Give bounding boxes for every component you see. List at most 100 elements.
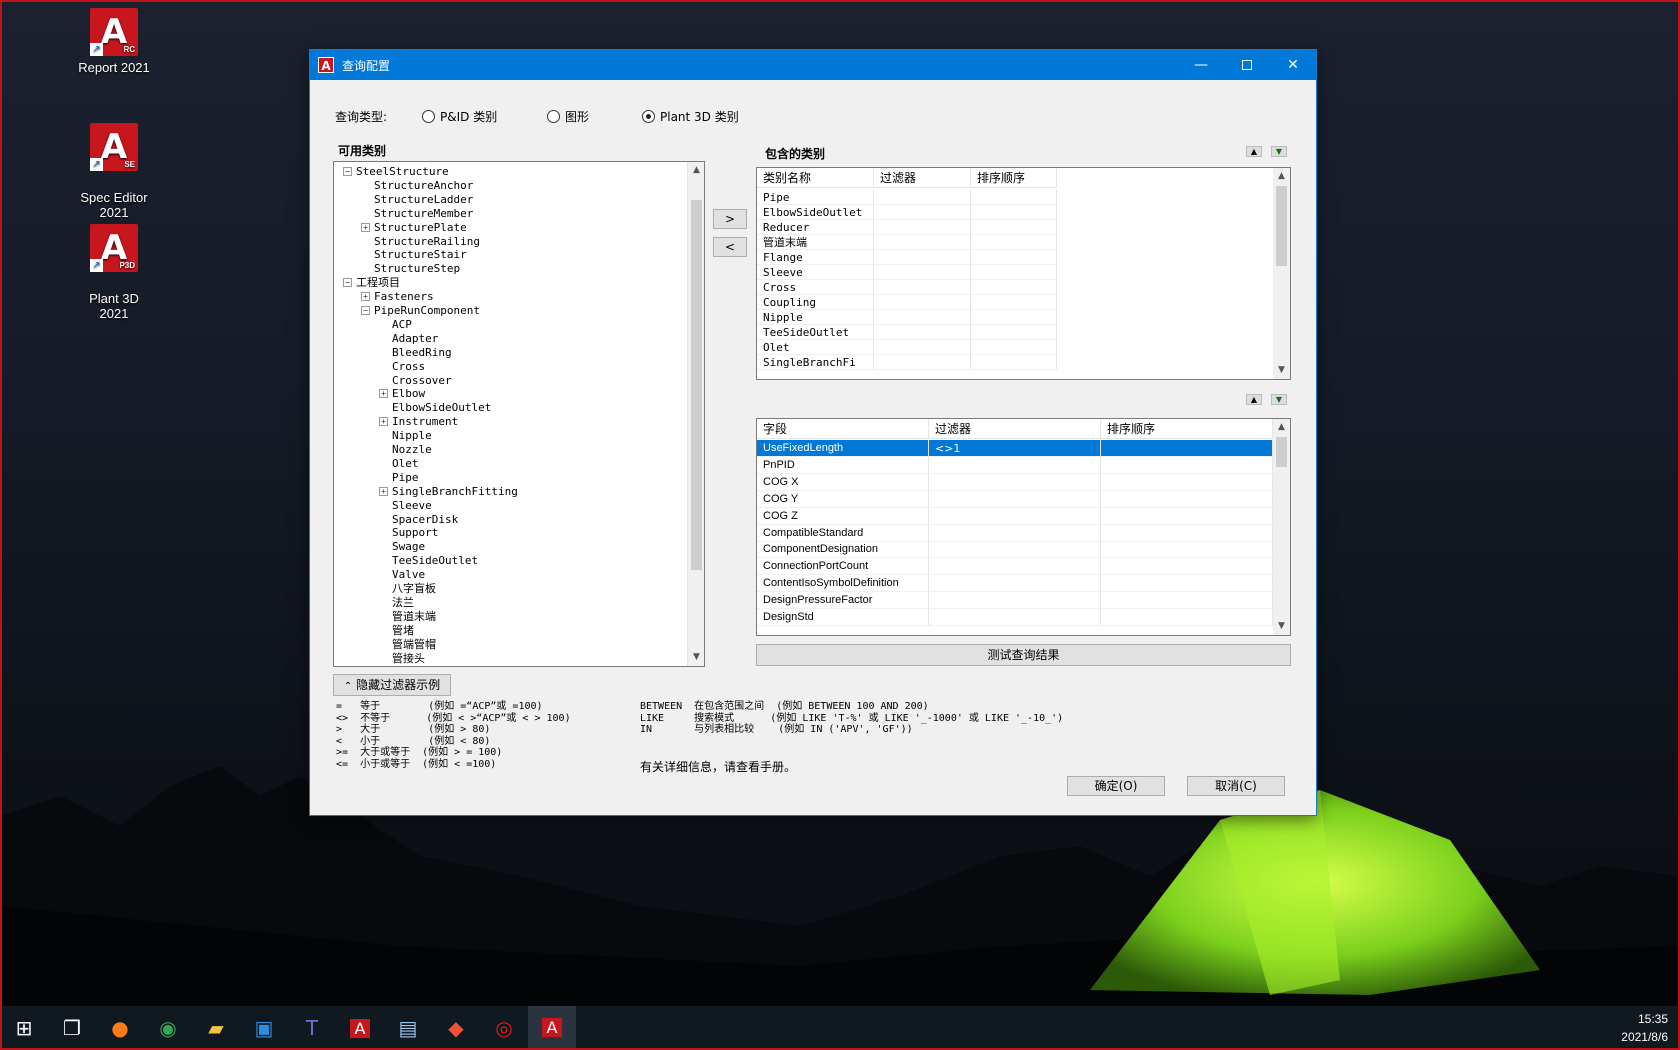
filter-cell[interactable]	[874, 250, 971, 264]
sort-order-cell[interactable]	[1101, 609, 1273, 625]
tree-item[interactable]: StructureRailing	[374, 235, 480, 249]
tree-item[interactable]: 管接头	[392, 652, 425, 666]
tree-item[interactable]: StructureAnchor	[374, 179, 473, 193]
sort-order-cell[interactable]	[971, 310, 1057, 324]
tree-item[interactable]: SingleBranchFitting	[392, 485, 518, 499]
column-header-category-name[interactable]: 类别名称	[757, 168, 874, 188]
tree-item[interactable]: 管端管帽	[392, 638, 436, 652]
add-category-button[interactable]: >	[713, 209, 747, 229]
sort-order-cell[interactable]	[1101, 592, 1273, 609]
table-row[interactable]: DesignPressureFactor	[757, 592, 1273, 610]
sort-order-cell[interactable]	[1101, 507, 1273, 524]
scroll-up-icon[interactable]: ▲	[1273, 419, 1290, 436]
table-row[interactable]: Cross	[757, 280, 1057, 295]
filter-cell[interactable]	[874, 310, 971, 324]
desktop-icon-plant3d[interactable]: A P3D ↗ Plant 3D 2021	[54, 209, 174, 336]
filter-cell[interactable]	[874, 355, 971, 369]
filter-cell[interactable]	[874, 190, 971, 204]
field-move-down-button[interactable]: ▼	[1271, 394, 1287, 405]
table-row[interactable]: ContentIsoSymbolDefinition	[757, 575, 1273, 593]
tree-item[interactable]: TeeSideOutlet	[392, 554, 478, 568]
autocad-taskbar-button[interactable]: A	[336, 1006, 384, 1050]
tree-item[interactable]: StructureLadder	[374, 193, 473, 207]
column-header-filter[interactable]: 过滤器	[929, 419, 1101, 439]
filter-cell[interactable]	[874, 295, 971, 309]
table-row[interactable]: Nipple	[757, 310, 1057, 325]
field-move-up-button[interactable]: ▲	[1246, 394, 1262, 405]
filter-cell[interactable]	[929, 456, 1101, 473]
column-header-sort-order[interactable]: 排序顺序	[971, 168, 1057, 188]
sort-order-cell[interactable]	[1101, 440, 1273, 456]
sort-order-cell[interactable]	[971, 325, 1057, 339]
sort-order-cell[interactable]	[1101, 558, 1273, 575]
sort-order-cell[interactable]	[971, 190, 1057, 204]
tree-item[interactable]: BleedRing	[392, 346, 452, 360]
table-row[interactable]: ElbowSideOutlet	[757, 205, 1057, 220]
test-query-button[interactable]: 测试查询结果	[756, 644, 1291, 666]
tree-item[interactable]: Support	[392, 526, 438, 540]
filter-cell[interactable]	[929, 592, 1101, 609]
firefox-taskbar-button[interactable]: ●	[96, 1006, 144, 1050]
table-row[interactable]: COG X	[757, 473, 1273, 491]
git-taskbar-button[interactable]: ◆	[432, 1006, 480, 1050]
tree-item[interactable]: 管堵	[392, 624, 414, 638]
filter-cell[interactable]	[874, 325, 971, 339]
expand-icon[interactable]: +	[361, 292, 370, 302]
tree-item[interactable]: ACP	[392, 318, 412, 332]
table-row[interactable]: Sleeve	[757, 265, 1057, 280]
scroll-down-icon[interactable]: ▼	[688, 649, 704, 666]
tree-item[interactable]: StructureStair	[374, 248, 467, 262]
move-up-button[interactable]: ▲	[1246, 146, 1262, 157]
sort-order-cell[interactable]	[971, 340, 1057, 354]
close-button[interactable]: ✕	[1270, 50, 1316, 80]
filter-cell[interactable]	[929, 558, 1101, 575]
app-taskbar-button[interactable]: ▣	[240, 1006, 288, 1050]
tree-item[interactable]: SpacerDisk	[392, 513, 458, 527]
filter-cell[interactable]: <>1	[929, 440, 1101, 456]
tree-item[interactable]: Cross	[392, 360, 425, 374]
included-grid-scrollbar[interactable]: ▲ ▼	[1273, 168, 1290, 379]
tree-item[interactable]: Sleeve	[392, 499, 432, 513]
table-row[interactable]: COG Y	[757, 490, 1273, 508]
scroll-up-icon[interactable]: ▲	[688, 162, 704, 179]
tree-item[interactable]: StructureMember	[374, 207, 473, 221]
minimize-button[interactable]: —	[1178, 50, 1224, 80]
tree-item[interactable]: ElbowSideOutlet	[392, 401, 491, 415]
table-row[interactable]: Olet	[757, 340, 1057, 355]
tree-item[interactable]: Instrument	[392, 415, 458, 429]
remove-category-button[interactable]: <	[713, 237, 747, 257]
system-clock[interactable]: 15:35 2021/8/6	[1621, 1010, 1668, 1046]
scroll-thumb[interactable]	[1276, 186, 1287, 266]
sort-order-cell[interactable]	[1101, 575, 1273, 592]
sort-order-cell[interactable]	[971, 265, 1057, 279]
table-row[interactable]: Pipe	[757, 190, 1057, 205]
table-row[interactable]: PnPID	[757, 456, 1273, 474]
maximize-button[interactable]	[1224, 50, 1270, 80]
sort-order-cell[interactable]	[971, 205, 1057, 219]
filter-cell[interactable]	[874, 340, 971, 354]
tree-item[interactable]: PipeRunComponent	[374, 304, 480, 318]
start-button[interactable]: ⊞	[0, 1006, 48, 1050]
sort-order-cell[interactable]	[971, 355, 1057, 369]
hide-filter-examples-button[interactable]: ⌃ 隐藏过滤器示例	[333, 674, 451, 696]
table-row[interactable]: DesignStd	[757, 609, 1273, 626]
tree-item[interactable]: Swage	[392, 540, 425, 554]
task-view-button[interactable]: ❐	[48, 1006, 96, 1050]
radio-pid-category[interactable]: P&ID 类别	[422, 108, 497, 125]
recorder-taskbar-button[interactable]: ◎	[480, 1006, 528, 1050]
filter-cell[interactable]	[929, 524, 1101, 541]
table-row[interactable]: Flange	[757, 250, 1057, 265]
filter-cell[interactable]	[929, 609, 1101, 625]
tree-item[interactable]: StructurePlate	[374, 221, 467, 235]
tree-item[interactable]: Nipple	[392, 429, 432, 443]
desktop-icon-report[interactable]: A RC ↗ Report 2021	[54, 8, 174, 75]
collapse-icon[interactable]: −	[343, 167, 352, 176]
filter-cell[interactable]	[874, 235, 971, 249]
tree-item[interactable]: Valve	[392, 568, 425, 582]
sort-order-cell[interactable]	[971, 220, 1057, 234]
sort-order-cell[interactable]	[1101, 490, 1273, 507]
table-row[interactable]: 管道末端	[757, 235, 1057, 250]
filter-cell[interactable]	[874, 205, 971, 219]
cancel-button[interactable]: 取消(C)	[1187, 776, 1285, 796]
tree-item[interactable]: StructureStep	[374, 262, 460, 276]
